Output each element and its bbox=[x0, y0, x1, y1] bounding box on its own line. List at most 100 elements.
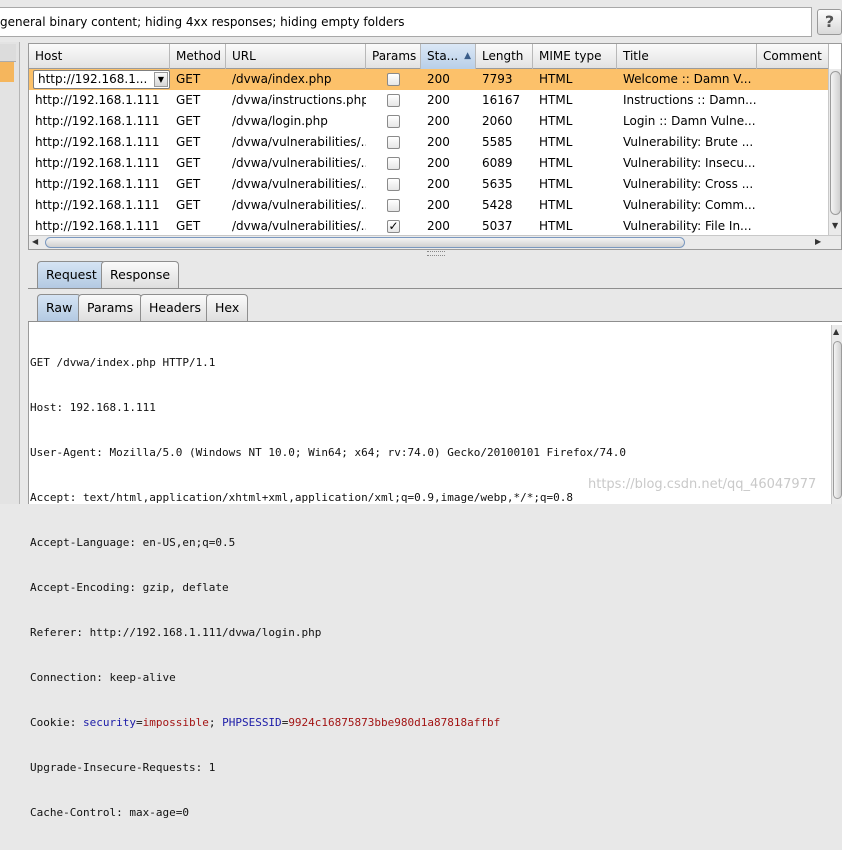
request-text[interactable]: GET /dvwa/index.php HTTP/1.1 Host: 192.1… bbox=[30, 325, 626, 850]
cell-mime: HTML bbox=[539, 219, 573, 233]
request-line: User-Agent: Mozilla/5.0 (Windows NT 10.0… bbox=[30, 446, 627, 459]
table-row[interactable]: http://192.168.1... ▼ GET/dvwa/index.php 20… bbox=[29, 69, 829, 90]
cell-comment bbox=[757, 132, 829, 153]
tab-params[interactable]: Params bbox=[78, 294, 143, 321]
site-map-selected-item[interactable] bbox=[0, 62, 14, 82]
cell-length: 5037 bbox=[482, 219, 513, 233]
params-checkbox[interactable] bbox=[387, 94, 400, 107]
col-length-header[interactable]: Length bbox=[476, 44, 533, 69]
cookie-line: Cookie: security=impossible; PHPSESSID=9… bbox=[30, 716, 501, 729]
cell-mime: HTML bbox=[539, 93, 573, 107]
col-url-header[interactable]: URL bbox=[226, 44, 366, 69]
cell-status: 200 bbox=[427, 114, 450, 128]
table-vertical-scroll-thumb[interactable] bbox=[830, 71, 841, 215]
tab-response[interactable]: Response bbox=[101, 261, 180, 288]
cell-comment bbox=[757, 111, 829, 132]
site-map-scrollbar[interactable] bbox=[0, 44, 16, 62]
filter-bar[interactable]: general binary content; hiding 4xx respo… bbox=[0, 7, 812, 37]
cell-url: /dvwa/vulnerabilities/... bbox=[232, 156, 366, 170]
scroll-left-icon[interactable]: ◀ bbox=[32, 237, 38, 246]
cell-length: 5585 bbox=[482, 135, 513, 149]
scroll-up-icon[interactable]: ▲ bbox=[833, 327, 839, 336]
splitter-grip[interactable] bbox=[427, 251, 445, 256]
column-label: Title bbox=[623, 49, 649, 63]
params-checkbox[interactable] bbox=[387, 115, 400, 128]
table-row[interactable]: http://192.168.1.111 GET/dvwa/vulnerabili… bbox=[29, 195, 829, 216]
table-header: Host Method URL Params Sta... ▲ Length MIME typ… bbox=[29, 44, 829, 69]
table-row[interactable]: http://192.168.1.111 GET/dvwa/vulnerabili… bbox=[29, 216, 829, 237]
cell-url: /dvwa/index.php bbox=[232, 72, 332, 86]
cell-status: 200 bbox=[427, 72, 450, 86]
cell-host: http://192.168.1.111 bbox=[35, 198, 160, 212]
cell-title: Vulnerability: Brute ... bbox=[623, 135, 754, 149]
tab-headers[interactable]: Headers bbox=[140, 294, 211, 321]
table-row[interactable]: http://192.168.1.111 GET/dvwa/instruction… bbox=[29, 90, 829, 111]
cell-host: http://192.168.1.111 bbox=[35, 219, 160, 233]
host-dropdown-value: http://192.168.1... bbox=[38, 72, 148, 86]
cell-url: /dvwa/vulnerabilities/... bbox=[232, 198, 366, 212]
cookie-value: impossible bbox=[142, 716, 209, 729]
request-line: Referer: http://192.168.1.111/dvwa/login… bbox=[30, 626, 322, 639]
request-line: Connection: keep-alive bbox=[30, 671, 176, 684]
col-params-header[interactable]: Params bbox=[366, 44, 421, 69]
params-checkbox[interactable] bbox=[387, 199, 400, 212]
table-row[interactable]: http://192.168.1.111 GET/dvwa/vulnerabili… bbox=[29, 132, 829, 153]
cookie-name: security bbox=[82, 716, 136, 729]
table-row[interactable]: http://192.168.1.111 GET/dvwa/login.php 20… bbox=[29, 111, 829, 132]
cell-mime: HTML bbox=[539, 135, 573, 149]
cell-url: /dvwa/vulnerabilities/... bbox=[232, 135, 366, 149]
table-horizontal-scrollbar[interactable]: ◀ ▶ bbox=[29, 235, 841, 249]
cell-url: /dvwa/login.php bbox=[232, 114, 328, 128]
cell-method: GET bbox=[176, 135, 201, 149]
cell-mime: HTML bbox=[539, 114, 573, 128]
cell-mime: HTML bbox=[539, 156, 573, 170]
help-button[interactable]: ? bbox=[817, 9, 842, 35]
col-mime-header[interactable]: MIME type bbox=[533, 44, 617, 69]
cell-title: Vulnerability: Insecu... bbox=[623, 156, 756, 170]
params-checkbox[interactable]: ✓ bbox=[387, 220, 400, 233]
filter-text[interactable]: general binary content; hiding 4xx respo… bbox=[0, 15, 405, 29]
cell-title: Welcome :: Damn V... bbox=[623, 72, 752, 86]
request-vertical-scroll-thumb[interactable] bbox=[833, 341, 842, 499]
cell-method: GET bbox=[176, 156, 201, 170]
cell-length: 16167 bbox=[482, 93, 521, 107]
table-row[interactable]: http://192.168.1.111 GET/dvwa/vulnerabili… bbox=[29, 174, 829, 195]
cell-status: 200 bbox=[427, 93, 450, 107]
cell-status: 200 bbox=[427, 219, 450, 233]
table-horizontal-scroll-thumb[interactable] bbox=[45, 237, 685, 248]
col-host-header[interactable]: Host bbox=[29, 44, 170, 69]
col-comment-header[interactable]: Comment bbox=[757, 44, 829, 69]
cell-length: 5635 bbox=[482, 177, 513, 191]
params-checkbox[interactable] bbox=[387, 157, 400, 170]
tab-raw[interactable]: Raw bbox=[37, 294, 82, 321]
cell-title: Instructions :: Damn... bbox=[623, 93, 757, 107]
cell-url: /dvwa/vulnerabilities/... bbox=[232, 219, 366, 233]
cell-host: http://192.168.1.111 bbox=[35, 93, 160, 107]
params-checkbox[interactable] bbox=[387, 73, 400, 86]
cell-url: /dvwa/vulnerabilities/... bbox=[232, 177, 366, 191]
chevron-down-icon[interactable]: ▼ bbox=[154, 72, 168, 87]
col-title-header[interactable]: Title bbox=[617, 44, 757, 69]
tab-hex[interactable]: Hex bbox=[206, 294, 249, 321]
scroll-down-icon[interactable]: ▼ bbox=[832, 221, 838, 230]
params-checkbox[interactable] bbox=[387, 178, 400, 191]
table-vertical-scrollbar[interactable]: ▼ bbox=[828, 69, 841, 235]
cell-host: http://192.168.1.111 bbox=[35, 135, 160, 149]
col-method-header[interactable]: Method bbox=[170, 44, 226, 69]
cell-status: 200 bbox=[427, 156, 450, 170]
cell-method: GET bbox=[176, 114, 201, 128]
table-row[interactable]: http://192.168.1.111 GET/dvwa/vulnerabili… bbox=[29, 153, 829, 174]
column-label: Comment bbox=[763, 49, 822, 63]
cell-method: GET bbox=[176, 72, 201, 86]
request-vertical-scrollbar[interactable]: ▲ bbox=[831, 325, 842, 504]
column-label: Length bbox=[482, 49, 524, 63]
scroll-right-icon[interactable]: ▶ bbox=[815, 237, 821, 246]
request-line: GET /dvwa/index.php HTTP/1.1 bbox=[30, 356, 216, 369]
col-status-header[interactable]: Sta... ▲ bbox=[421, 44, 476, 69]
watermark: https://blog.csdn.net/qq_46047977 bbox=[588, 477, 817, 492]
tab-request[interactable]: Request bbox=[37, 261, 106, 288]
params-checkbox[interactable] bbox=[387, 136, 400, 149]
cookie-value: 9924c16875873bbe980d1a87818affbf bbox=[288, 716, 501, 729]
host-dropdown[interactable]: http://192.168.1... ▼ bbox=[33, 70, 170, 89]
column-label: URL bbox=[232, 49, 256, 63]
